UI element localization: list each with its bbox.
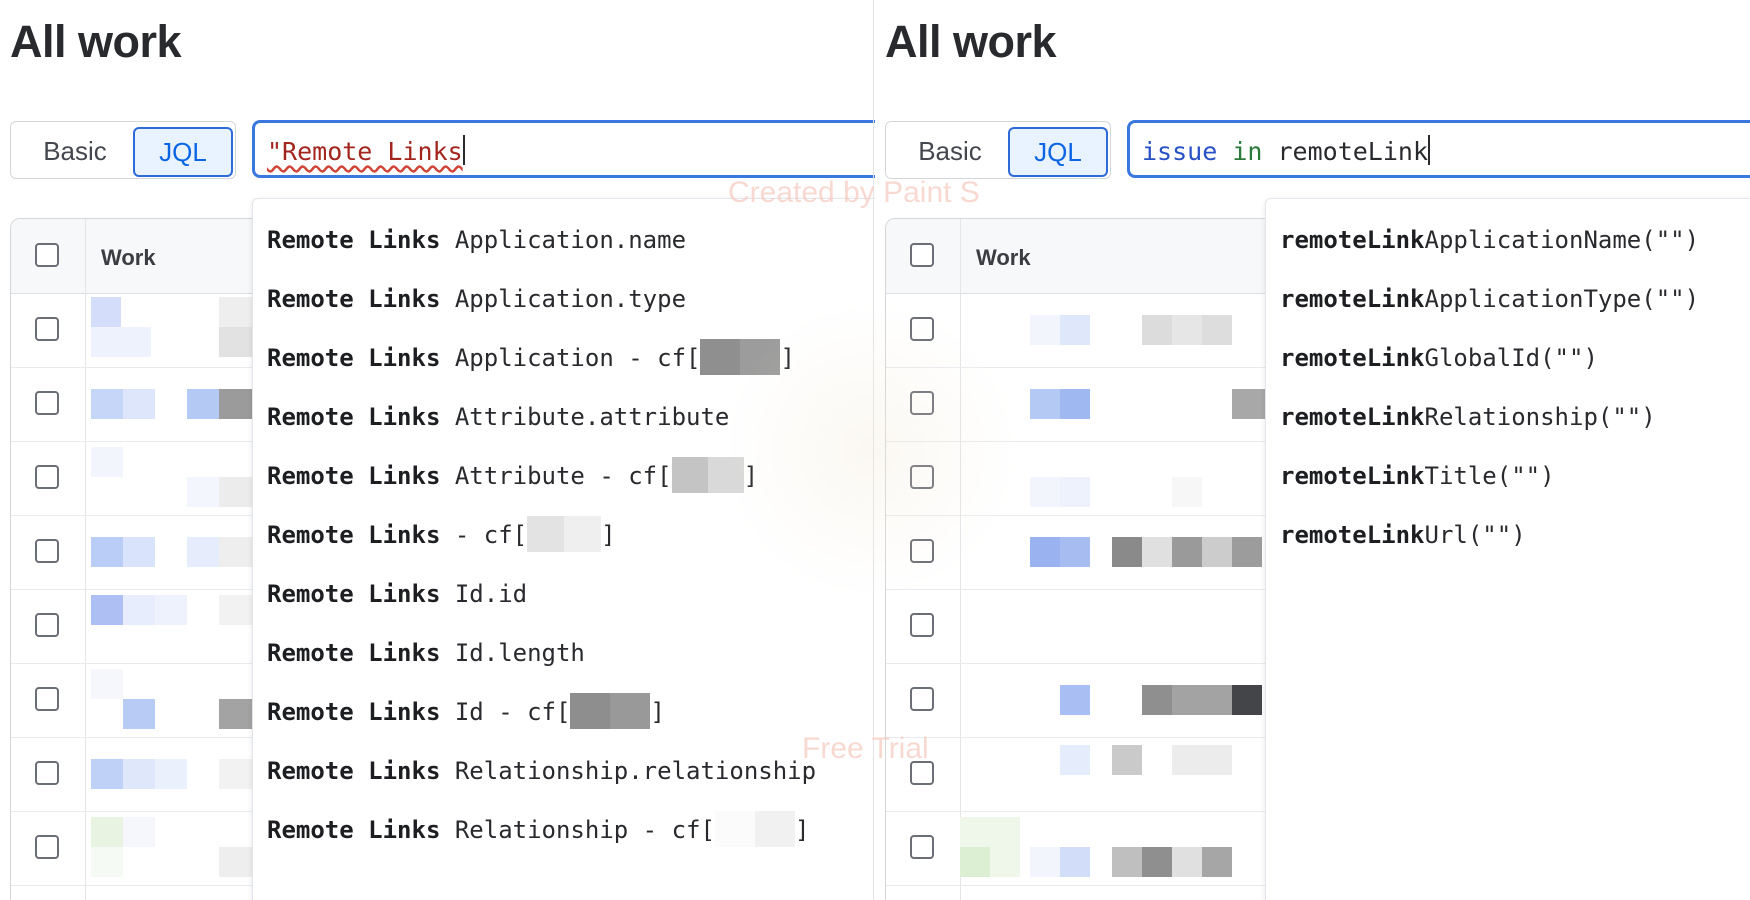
row-checkbox[interactable] bbox=[35, 391, 59, 415]
suggestion-item[interactable]: Remote Links Id.id bbox=[267, 574, 527, 614]
suggestion-item[interactable]: remoteLinkApplicationType("") bbox=[1280, 279, 1699, 319]
suggestion-item[interactable]: remoteLinkGlobalId("") bbox=[1280, 338, 1598, 378]
row-checkbox[interactable] bbox=[35, 465, 59, 489]
suggestion-item[interactable]: Remote Links Id.length bbox=[267, 633, 585, 673]
suggestion-item[interactable]: Remote Links Attribute.attribute bbox=[267, 397, 729, 437]
pane-divider bbox=[873, 0, 874, 900]
redacted-field-id bbox=[714, 811, 795, 847]
suggestion-item[interactable]: remoteLinkUrl("") bbox=[1280, 515, 1526, 555]
text-caret bbox=[1428, 135, 1431, 165]
right-panel: All work Basic JQL issue in remoteLink W… bbox=[875, 0, 1750, 900]
basic-mode-button[interactable]: Basic bbox=[25, 128, 125, 174]
basic-mode-button[interactable]: Basic bbox=[900, 128, 1000, 174]
row-checkbox[interactable] bbox=[35, 687, 59, 711]
query-operator-token: in bbox=[1232, 137, 1263, 166]
jql-suggestions-dropdown: Remote Links Application.name Remote Lin… bbox=[252, 198, 875, 900]
redacted-field-id bbox=[671, 457, 744, 493]
jql-query-input[interactable]: "Remote Links bbox=[252, 120, 875, 178]
suggestion-item[interactable]: remoteLinkTitle("") bbox=[1280, 456, 1555, 496]
page-title: All work bbox=[10, 16, 182, 67]
query-keyword-token: issue bbox=[1142, 137, 1218, 166]
row-checkbox[interactable] bbox=[910, 687, 934, 711]
row-checkbox[interactable] bbox=[910, 317, 934, 341]
suggestion-item[interactable]: Remote Links Relationship - cf[] bbox=[267, 810, 809, 850]
row-checkbox[interactable] bbox=[910, 539, 934, 563]
row-checkbox[interactable] bbox=[35, 613, 59, 637]
suggestion-item[interactable]: Remote Links Attribute - cf[] bbox=[267, 456, 758, 496]
row-checkbox[interactable] bbox=[910, 465, 934, 489]
text-caret bbox=[462, 135, 465, 165]
jql-query-input[interactable]: issue in remoteLink bbox=[1127, 120, 1750, 178]
search-mode-toggle: Basic JQL bbox=[885, 121, 1111, 179]
redacted-field-id bbox=[570, 693, 651, 729]
page-title: All work bbox=[885, 16, 1057, 67]
jql-suggestions-dropdown: remoteLinkApplicationName("") remoteLink… bbox=[1265, 198, 1750, 900]
column-header-work[interactable]: Work bbox=[101, 245, 156, 271]
suggestion-item[interactable]: Remote Links Application.name bbox=[267, 220, 686, 260]
column-header-work[interactable]: Work bbox=[976, 245, 1031, 271]
query-string-token: "Remote Links bbox=[267, 137, 463, 166]
row-checkbox[interactable] bbox=[35, 835, 59, 859]
row-checkbox[interactable] bbox=[35, 539, 59, 563]
jql-mode-button[interactable]: JQL bbox=[133, 127, 233, 177]
suggestion-item[interactable]: Remote Links Application - cf[] bbox=[267, 338, 795, 378]
select-all-checkbox[interactable] bbox=[910, 243, 934, 267]
suggestion-item[interactable]: Remote Links Relationship.relationship bbox=[267, 751, 816, 791]
redacted-field-id bbox=[700, 339, 781, 375]
suggestion-item[interactable]: Remote Links Application.type bbox=[267, 279, 686, 319]
suggestion-item[interactable]: Remote Links Id - cf[] bbox=[267, 692, 665, 732]
query-function-token: remoteLink bbox=[1277, 137, 1429, 166]
row-checkbox[interactable] bbox=[35, 761, 59, 785]
search-mode-toggle: Basic JQL bbox=[10, 121, 236, 179]
jql-mode-button[interactable]: JQL bbox=[1008, 127, 1108, 177]
select-all-checkbox[interactable] bbox=[35, 243, 59, 267]
row-checkbox[interactable] bbox=[910, 761, 934, 785]
suggestion-item[interactable]: remoteLinkRelationship("") bbox=[1280, 397, 1656, 437]
left-panel: All work Basic JQL "Remote Links Work Re… bbox=[0, 0, 875, 900]
row-checkbox[interactable] bbox=[910, 613, 934, 637]
redacted-field-id bbox=[527, 516, 602, 552]
row-checkbox[interactable] bbox=[35, 317, 59, 341]
row-checkbox[interactable] bbox=[910, 391, 934, 415]
suggestion-item[interactable]: Remote Links - cf[] bbox=[267, 515, 616, 555]
suggestion-item[interactable]: remoteLinkApplicationName("") bbox=[1280, 220, 1699, 260]
row-checkbox[interactable] bbox=[910, 835, 934, 859]
